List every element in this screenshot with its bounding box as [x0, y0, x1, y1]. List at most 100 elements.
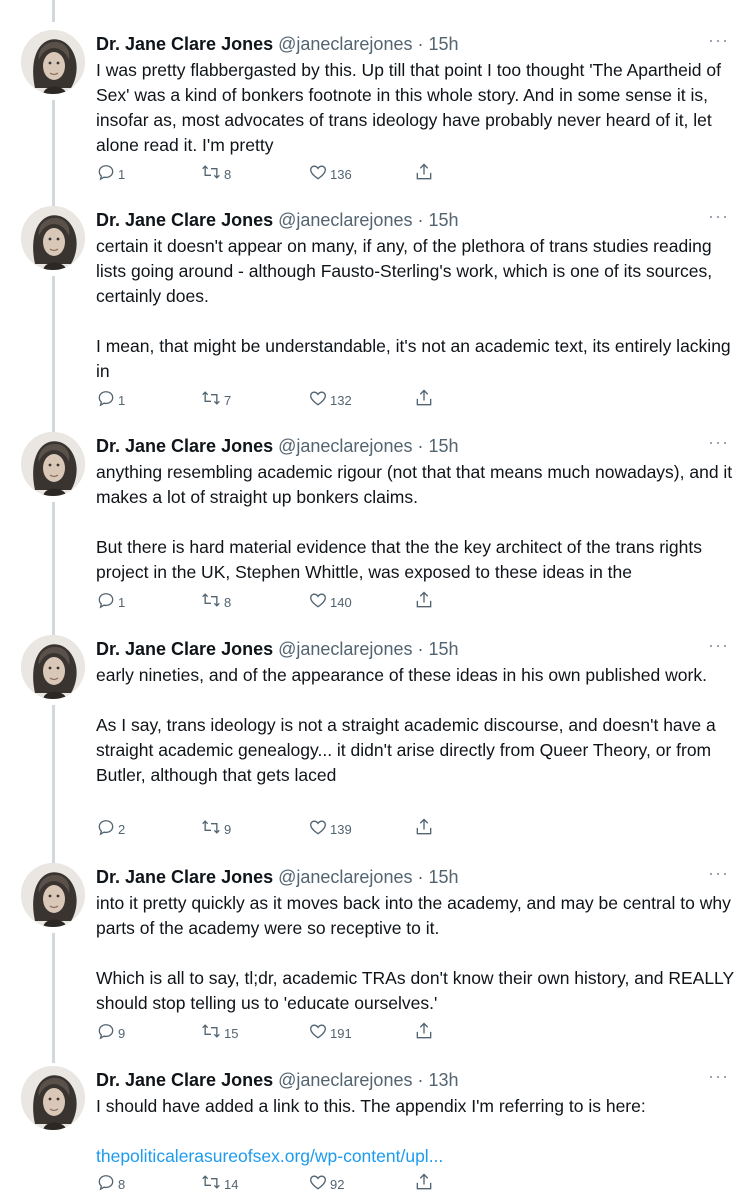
tweet-time[interactable]: 15h [428, 639, 458, 659]
more-options-icon[interactable]: ··· [708, 635, 729, 655]
author-name[interactable]: Dr. Jane Clare Jones [96, 34, 273, 54]
more-options-icon[interactable]: ··· [708, 1066, 729, 1086]
reply-button[interactable]: 1 [96, 160, 125, 184]
retweet-button[interactable]: 8 [200, 588, 231, 612]
tweet-time[interactable]: 15h [428, 436, 458, 456]
avatar-image [21, 863, 85, 927]
author-name[interactable]: Dr. Jane Clare Jones [96, 1070, 273, 1090]
reply-icon [98, 391, 114, 407]
reply-count: 9 [118, 1026, 126, 1041]
reply-button[interactable]: 1 [96, 588, 125, 612]
author-handle[interactable]: @janeclarejones [278, 34, 412, 54]
share-button[interactable] [414, 386, 434, 410]
more-options-icon[interactable]: ··· [708, 206, 729, 226]
tweet-actions: 2 9 139 [96, 815, 456, 839]
tweet[interactable]: Dr. Jane Clare Jones @janeclarejones · 1… [0, 206, 749, 436]
tweet-time[interactable]: 13h [428, 1070, 458, 1090]
more-options-icon[interactable]: ··· [708, 30, 729, 50]
reply-button[interactable]: 2 [96, 815, 125, 839]
like-button[interactable]: 139 [308, 815, 352, 839]
like-button[interactable]: 132 [308, 386, 352, 410]
tweet-paragraph: But there is hard material evidence that… [96, 537, 703, 582]
author-name[interactable]: Dr. Jane Clare Jones [96, 639, 273, 659]
retweet-button[interactable]: 8 [200, 160, 231, 184]
author-name[interactable]: Dr. Jane Clare Jones [96, 210, 273, 230]
tweet-paragraph: I was pretty flabbergasted by this. Up t… [96, 60, 721, 155]
tweet-header: Dr. Jane Clare Jones @janeclarejones · 1… [96, 34, 459, 54]
avatar[interactable] [21, 635, 85, 699]
heart-icon [310, 1024, 326, 1039]
tweet-paragraph: As I say, trans ideology is not a straig… [96, 715, 716, 785]
author-handle[interactable]: @janeclarejones [278, 639, 412, 659]
avatar-image [21, 432, 85, 496]
avatar[interactable] [21, 863, 85, 927]
share-icon [416, 1173, 432, 1190]
share-icon [416, 591, 432, 608]
tweet-paragraph: I mean, that might be understandable, it… [96, 336, 731, 381]
more-options-icon[interactable]: ··· [708, 863, 729, 883]
avatar-image [21, 635, 85, 699]
tweet-time[interactable]: 15h [428, 210, 458, 230]
avatar[interactable] [21, 206, 85, 270]
author-name[interactable]: Dr. Jane Clare Jones [96, 436, 273, 456]
retweet-icon [202, 391, 220, 405]
tweet[interactable]: Dr. Jane Clare Jones @janeclarejones · 1… [0, 635, 749, 865]
avatar[interactable] [21, 30, 85, 94]
more-options-icon[interactable]: ··· [708, 432, 729, 452]
share-button[interactable] [414, 588, 434, 612]
avatar-image [21, 206, 85, 270]
like-button[interactable]: 140 [308, 588, 352, 612]
retweet-button[interactable]: 7 [200, 386, 231, 410]
tweet[interactable]: Dr. Jane Clare Jones @janeclarejones · 1… [0, 432, 749, 638]
author-handle[interactable]: @janeclarejones [278, 1070, 412, 1090]
like-button[interactable]: 191 [308, 1019, 352, 1043]
reply-count: 1 [118, 393, 126, 408]
reply-button[interactable]: 1 [96, 386, 125, 410]
retweet-count: 9 [224, 822, 232, 837]
reply-button[interactable]: 9 [96, 1019, 125, 1043]
tweet[interactable]: Dr. Jane Clare Jones @janeclarejones · 1… [0, 863, 749, 1063]
like-button[interactable]: 136 [308, 160, 352, 184]
reply-button[interactable]: 8 [96, 1170, 125, 1194]
share-icon [416, 389, 432, 406]
share-icon [416, 818, 432, 835]
avatar[interactable] [21, 432, 85, 496]
retweet-icon [202, 820, 220, 834]
tweet-header: Dr. Jane Clare Jones @janeclarejones · 1… [96, 639, 459, 659]
heart-icon [310, 593, 326, 608]
share-icon [416, 163, 432, 180]
author-handle[interactable]: @janeclarejones [278, 867, 412, 887]
author-name[interactable]: Dr. Jane Clare Jones [96, 867, 273, 887]
tweet-actions: 9 15 191 [96, 1019, 456, 1043]
avatar[interactable] [21, 1066, 85, 1130]
tweet-text: I was pretty flabbergasted by this. Up t… [96, 58, 737, 158]
share-button[interactable] [414, 160, 434, 184]
like-button[interactable]: 92 [308, 1170, 344, 1194]
tweet-text: certain it doesn't appear on many, if an… [96, 234, 737, 384]
tweet-time[interactable]: 15h [428, 34, 458, 54]
tweet[interactable]: Dr. Jane Clare Jones @janeclarejones · 1… [0, 1066, 749, 1200]
share-button[interactable] [414, 815, 434, 839]
author-handle[interactable]: @janeclarejones [278, 436, 412, 456]
thread-connector [52, 100, 55, 210]
reply-icon [98, 1175, 114, 1191]
reply-count: 2 [118, 822, 126, 837]
share-button[interactable] [414, 1019, 434, 1043]
retweet-button[interactable]: 9 [200, 815, 231, 839]
like-count: 132 [330, 393, 352, 408]
share-button[interactable] [414, 1170, 434, 1194]
reply-icon [98, 820, 114, 836]
author-handle[interactable]: @janeclarejones [278, 210, 412, 230]
retweet-icon [202, 593, 220, 607]
tweet-paragraph: Which is all to say, tl;dr, academic TRA… [96, 968, 734, 1013]
tweet-link[interactable]: thepoliticalerasureofsex.org/wp-content/… [96, 1144, 737, 1169]
avatar-image [21, 1066, 85, 1130]
tweet[interactable]: Dr. Jane Clare Jones @janeclarejones · 1… [0, 30, 749, 210]
tweet-header: Dr. Jane Clare Jones @janeclarejones · 1… [96, 210, 459, 230]
tweet-time[interactable]: 15h [428, 867, 458, 887]
like-count: 140 [330, 595, 352, 610]
retweet-button[interactable]: 14 [200, 1170, 238, 1194]
retweet-button[interactable]: 15 [200, 1019, 238, 1043]
reply-icon [98, 1024, 114, 1040]
thread-connector [52, 276, 55, 436]
